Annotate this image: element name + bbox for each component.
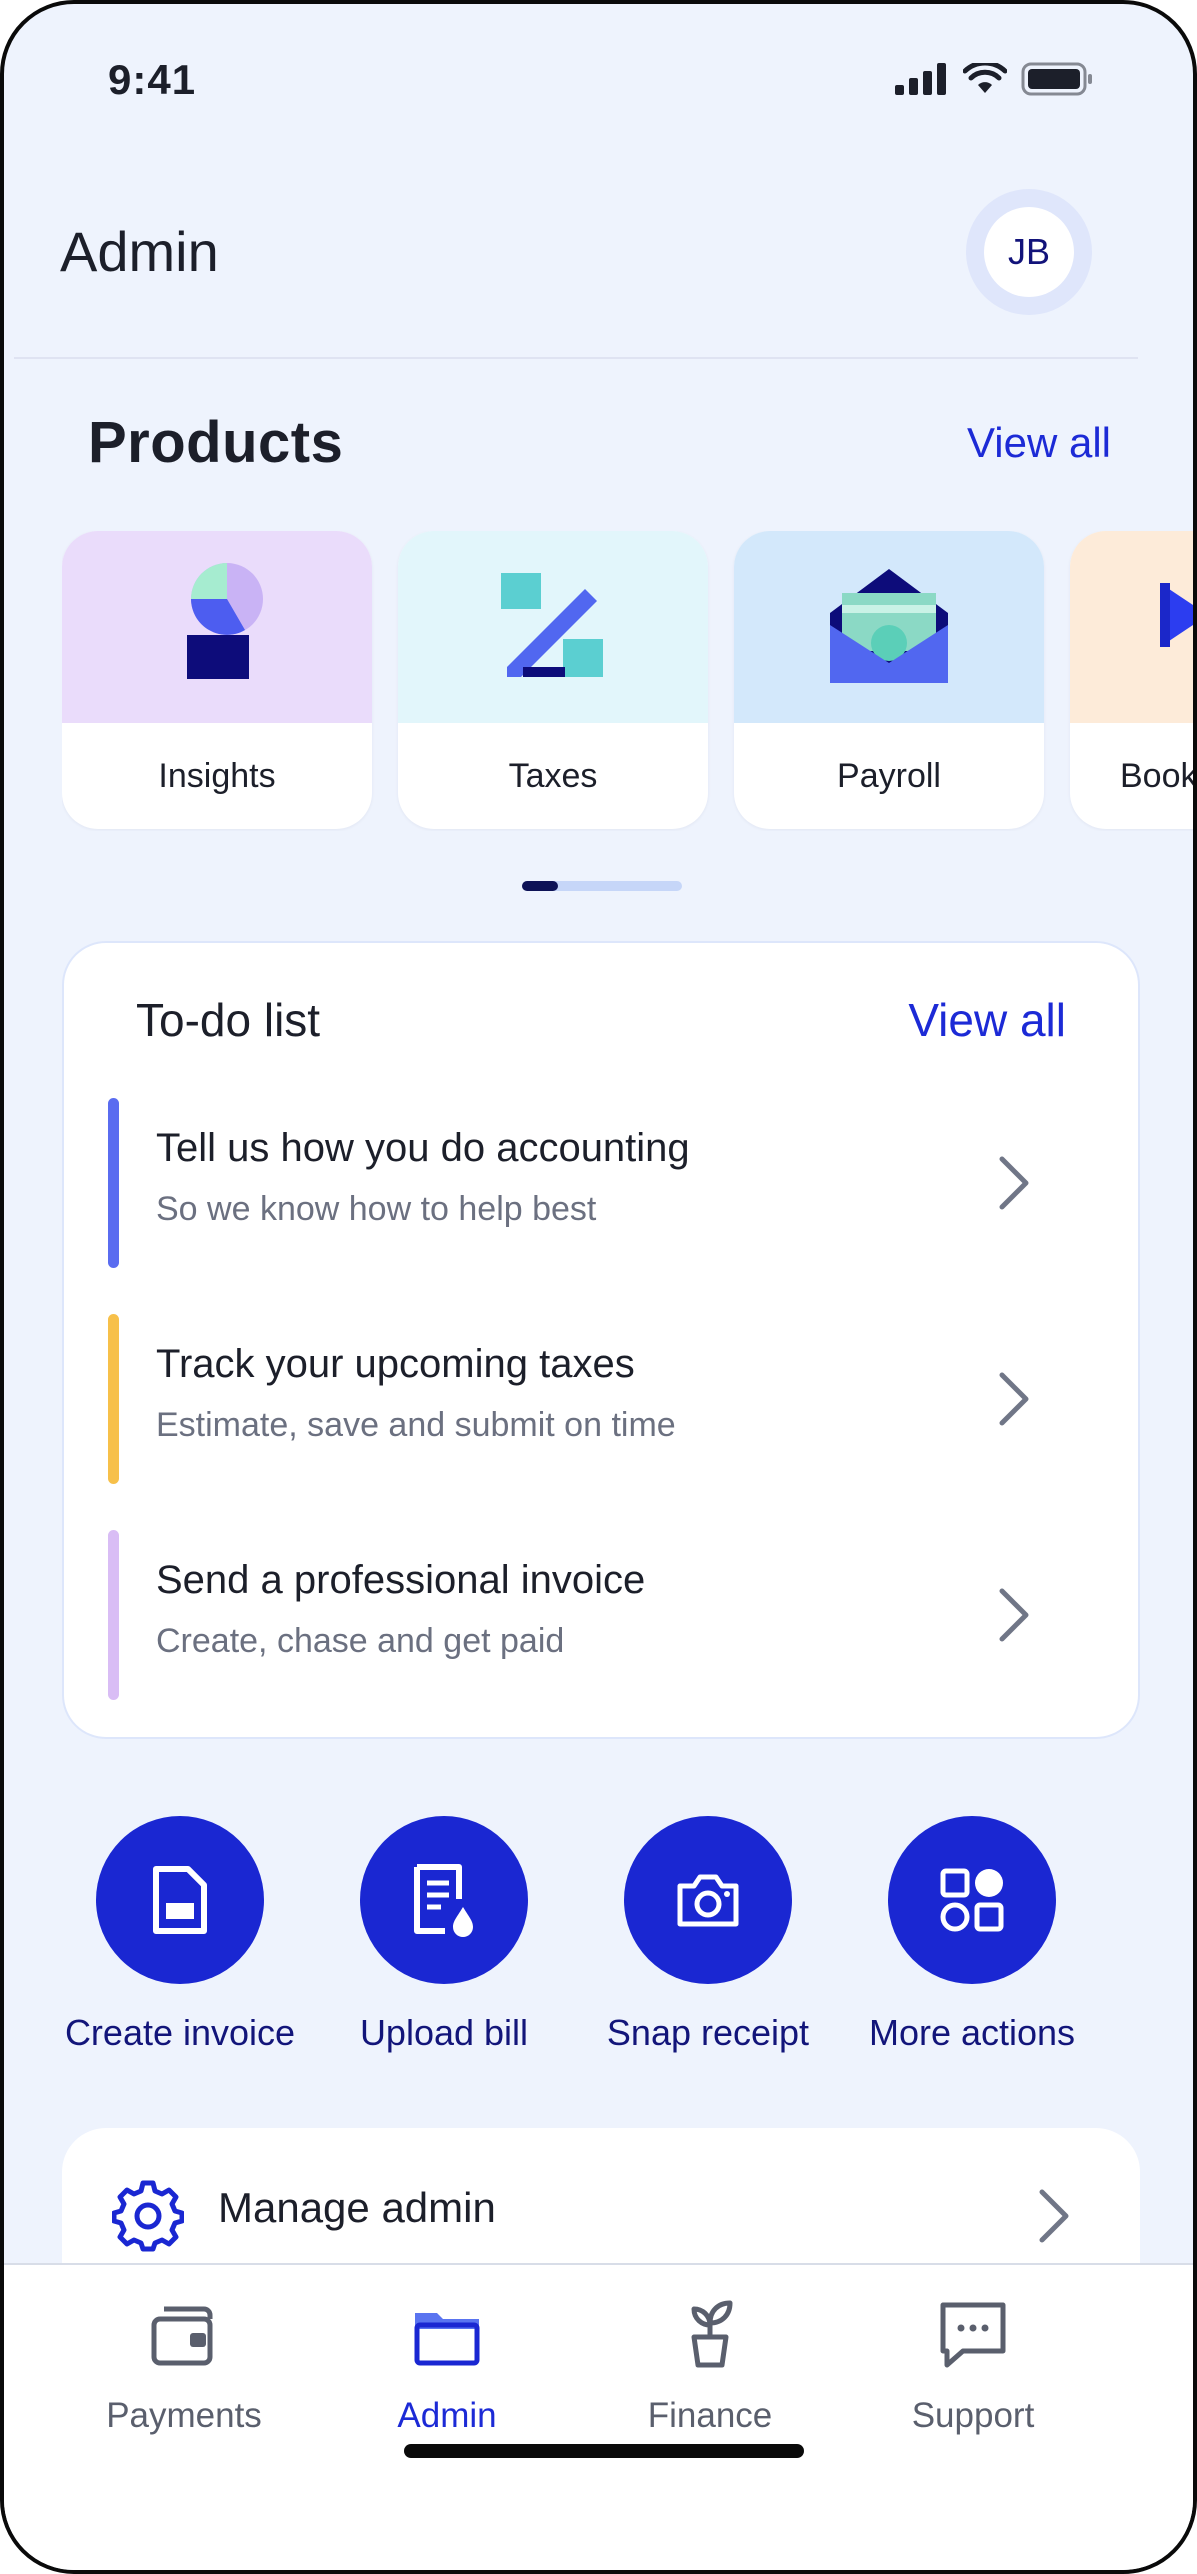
carousel-indicator [522,881,682,891]
page-title: Admin [60,220,219,283]
status-bar: 9:41 [4,52,1193,112]
todo-header: To-do list View all [136,993,1066,1047]
product-card-book[interactable]: Book [1070,531,1193,829]
avatar-initials: JB [984,207,1074,297]
todo-item-taxes[interactable]: Track your upcoming taxes Estimate, save… [108,1314,1094,1484]
tab-admin[interactable]: Admin [327,2295,567,2436]
header-divider [14,357,1138,359]
wallet-icon [151,2306,213,2366]
gear-icon [112,2180,184,2252]
product-card-insights[interactable]: Insights [62,531,372,829]
snap-receipt-button[interactable]: Snap receipt [576,1816,840,2054]
todo-item-subtitle: Create, chase and get paid [156,1622,565,1660]
chevron-right-icon [999,1372,1029,1426]
todo-view-all-link[interactable]: View all [908,993,1066,1047]
action-label: Snap receipt [606,2012,810,2053]
action-label: Upload bill [359,2012,529,2053]
todo-item-subtitle: Estimate, save and submit on time [156,1406,676,1444]
carousel-indicator-active [522,881,558,891]
todo-item-title: Track your upcoming taxes [156,1342,635,1386]
tab-finance[interactable]: Finance [590,2295,830,2436]
folder-icon [414,2313,480,2366]
tab-support[interactable]: Support [853,2295,1093,2436]
todo-item-accounting[interactable]: Tell us how you do accounting So we know… [108,1098,1094,1268]
tab-label: Admin [397,2396,497,2435]
home-indicator[interactable] [404,2444,804,2458]
product-label: Taxes [508,756,598,795]
bill-upload-icon [414,1864,473,1937]
action-label: Create invoice [64,2012,296,2053]
products-header: Products View all [88,409,1111,476]
todo-card: To-do list View all Tell us how you do a… [62,941,1140,1739]
invoice-icon [153,1866,207,1934]
snap-receipt-circle[interactable] [624,1816,792,1984]
status-icons [895,62,1093,96]
avatar-button[interactable]: JB [966,189,1092,315]
tab-label: Support [911,2396,1035,2435]
tab-payments[interactable]: Payments [64,2295,304,2436]
more-actions-circle[interactable] [888,1816,1056,1984]
chevron-right-icon [999,1156,1029,1210]
todo-item-subtitle: So we know how to help best [156,1190,597,1228]
bottom-tab-bar: Payments Admin Finance Support [4,2263,1193,2570]
grid-shapes-icon [940,1868,1004,1932]
insights-illustration-icon [62,531,372,723]
product-label: Payroll [837,756,941,795]
more-actions-button[interactable]: More actions [840,1816,1104,2054]
products-carousel[interactable]: Insights Taxes Payroll Book [62,531,1193,831]
status-time: 9:41 [108,56,197,103]
chat-icon [940,2302,1006,2368]
product-card-taxes[interactable]: Taxes [398,531,708,829]
todo-item-title: Tell us how you do accounting [156,1126,690,1170]
action-label: More actions [868,2012,1076,2053]
todo-item-accent [108,1530,119,1700]
plant-icon [691,2300,733,2368]
phone-frame: 9:41 Admin JB Products View all Insights… [0,0,1197,2574]
taxes-illustration-icon [398,531,708,723]
tab-label: Finance [647,2396,773,2435]
todo-item-title: Send a professional invoice [156,1558,646,1602]
todo-item-accent [108,1314,119,1484]
todo-item-accent [108,1098,119,1268]
camera-icon [677,1874,739,1927]
signal-icon [895,63,946,95]
todo-item-invoice[interactable]: Send a professional invoice Create, chas… [108,1530,1094,1700]
create-invoice-button[interactable]: Create invoice [48,1816,312,2054]
product-label: Insights [158,756,276,795]
wifi-icon [963,63,1007,93]
battery-icon [1021,62,1092,96]
todo-title: To-do list [136,994,321,1046]
create-invoice-circle[interactable] [96,1816,264,1984]
products-title: Products [88,410,344,475]
tab-label: Payments [106,2396,262,2435]
payroll-envelope-icon [734,531,1044,723]
chevron-right-icon [999,1588,1029,1642]
chevron-right-icon [1039,2189,1069,2243]
products-view-all-link[interactable]: View all [967,419,1111,467]
app-header: Admin JB [4,179,1193,359]
book-illustration-icon [1070,531,1193,723]
manage-admin-label: Manage admin [218,2184,496,2231]
quick-actions: Create invoice Upload bill Snap receipt … [4,1816,1193,2076]
upload-bill-button[interactable]: Upload bill [312,1816,576,2054]
product-label: Book [1120,756,1193,795]
upload-bill-circle[interactable] [360,1816,528,1984]
product-card-payroll[interactable]: Payroll [734,531,1044,829]
